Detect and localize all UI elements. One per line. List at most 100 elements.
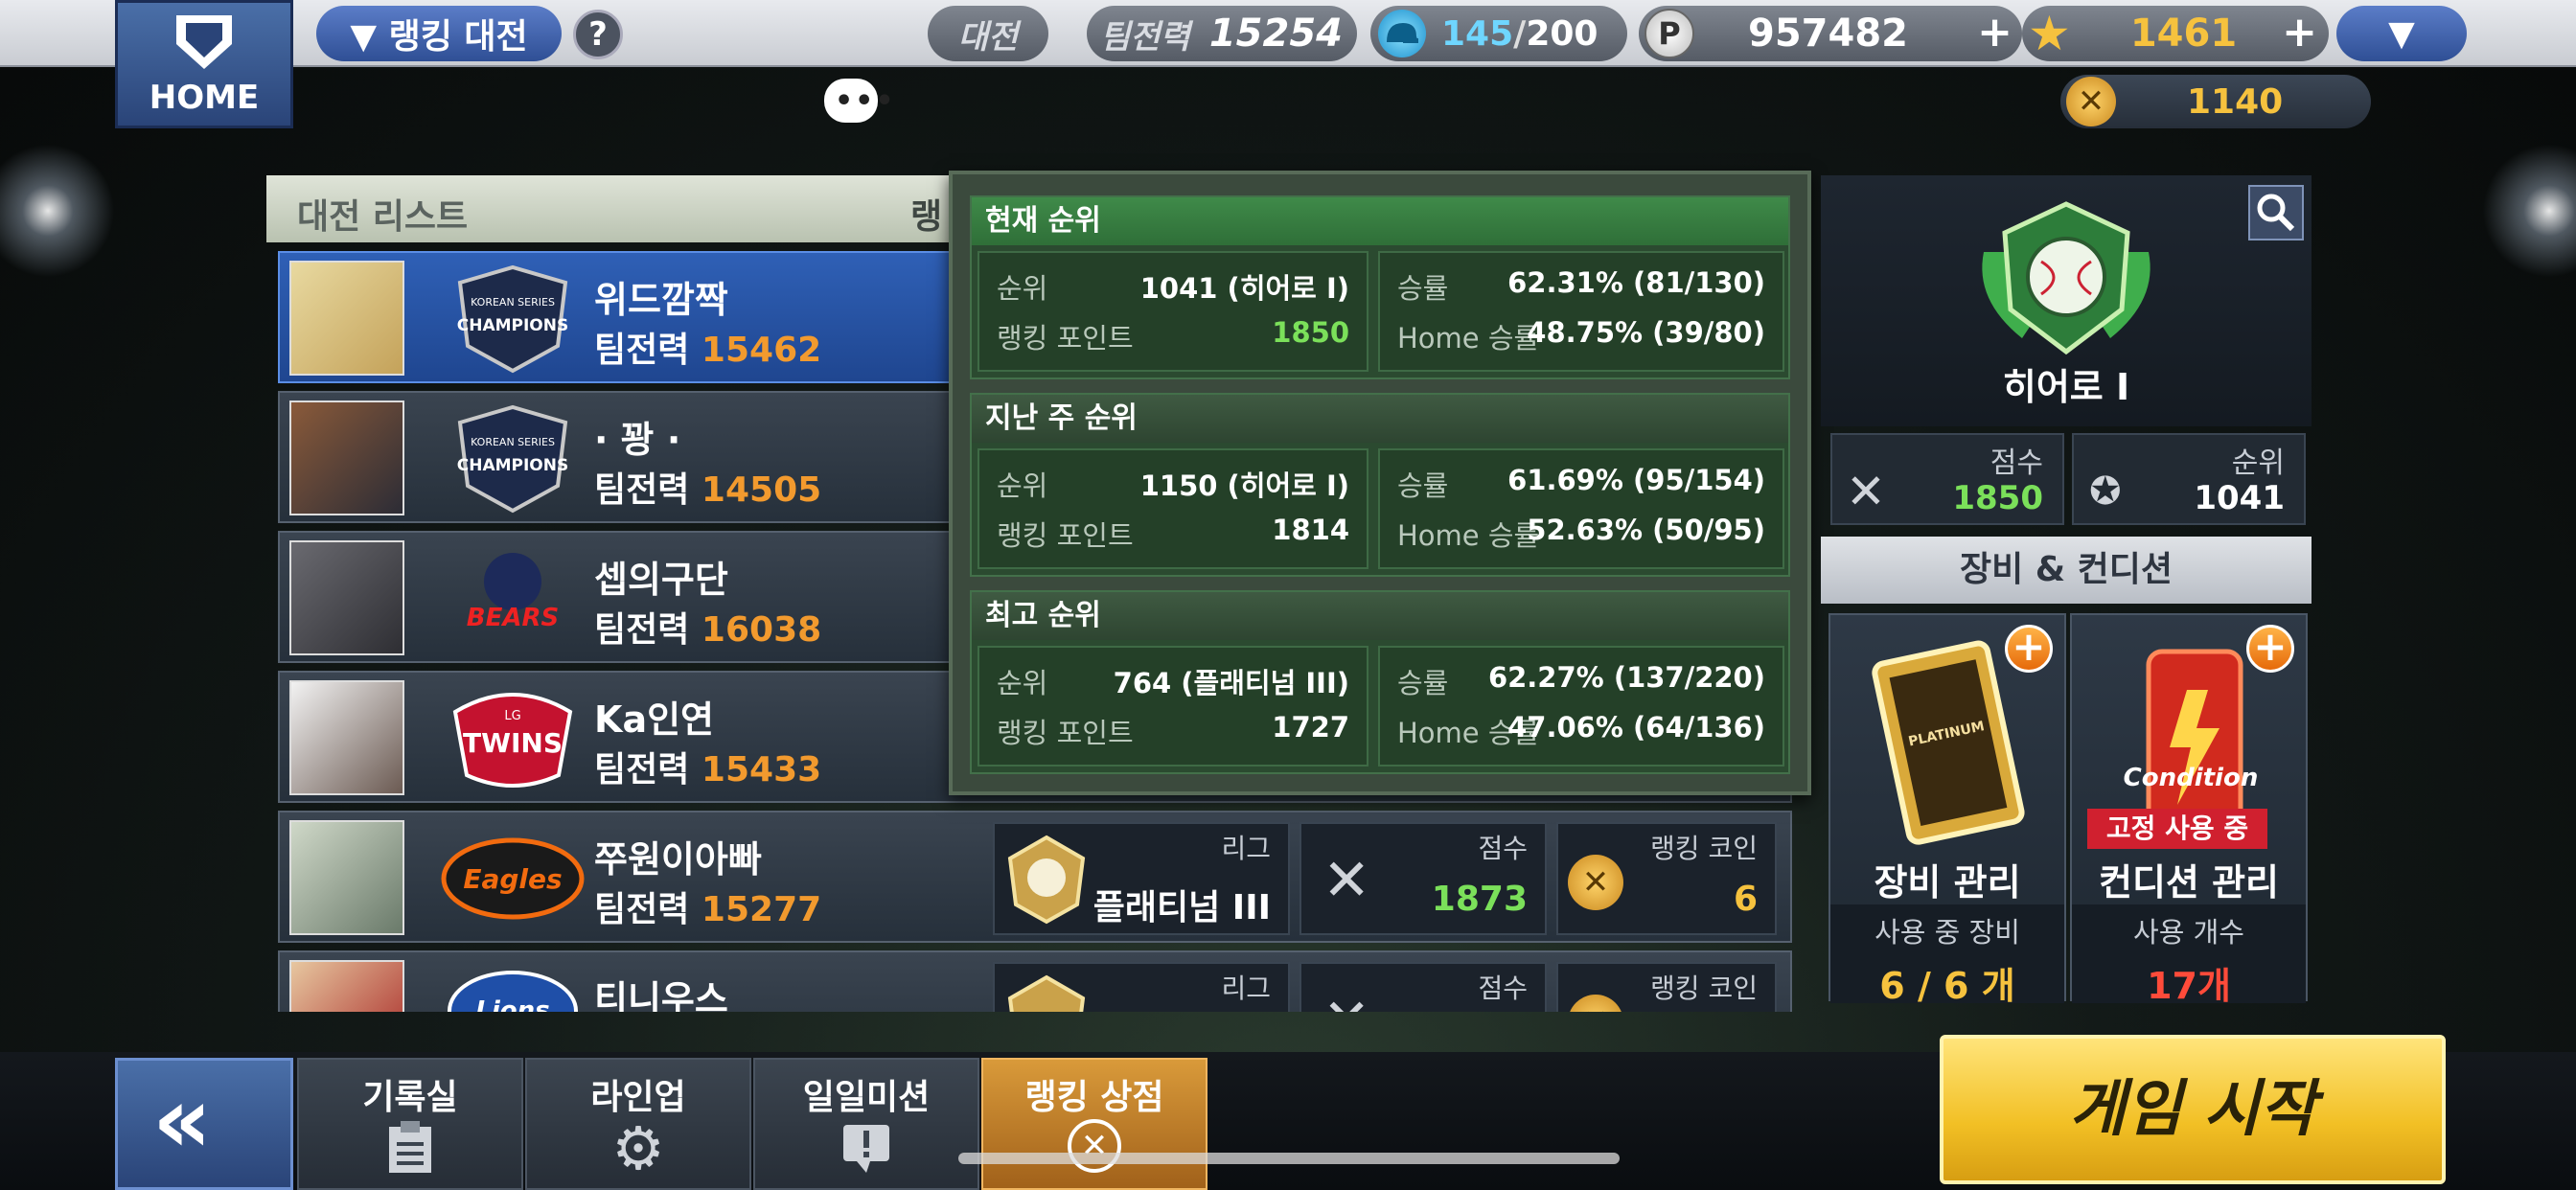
gear-icon: ⚙ — [611, 1113, 665, 1183]
svg-text:KOREAN SERIES: KOREAN SERIES — [471, 296, 555, 309]
crossed-bats-icon: ✕ — [1322, 987, 1370, 1012]
svg-text:Lions: Lions — [475, 996, 549, 1012]
top-bar: ▼ 랭킹 대전 ? 대전 팀전력 15254 145 / 200 P 95748… — [0, 0, 2576, 67]
search-icon[interactable] — [2248, 185, 2304, 240]
team-logo-eagles: Eagles — [441, 822, 585, 935]
winrate-box: 승률 62.27% (137/220) Home 승률 47.06% (64/1… — [1378, 646, 1784, 767]
nav-daily-mission-button[interactable]: 일일미션 — [753, 1058, 979, 1190]
profile-card: 히어로 I — [1821, 175, 2312, 426]
game-start-button[interactable]: 게임 시작 — [1940, 1035, 2446, 1184]
profile-score-box: ✕ 점수 1850 — [1830, 433, 2064, 525]
svg-text:KOREAN SERIES: KOREAN SERIES — [471, 436, 555, 448]
home-plate-icon — [176, 15, 232, 69]
condition-card[interactable]: Condition + 고정 사용 중 컨디션 관리 사용 개수 17개 — [2070, 613, 2308, 1007]
equipment-condition-header: 장비 & 컨디션 — [1821, 537, 2312, 604]
ranking-tab-partial[interactable]: 랭 — [910, 189, 942, 239]
winrate-box: 승률 62.31% (81/130) Home 승률 48.75% (39/80… — [1378, 251, 1784, 372]
opponent-power: 팀전력 16038 — [594, 610, 822, 650]
home-indicator — [958, 1153, 1620, 1164]
svg-text:BEARS: BEARS — [467, 604, 559, 632]
back-button[interactable]: « — [115, 1058, 293, 1190]
winrate-value: 62.31% (81/130) — [1507, 266, 1765, 299]
medal-icon: ✪ — [2089, 469, 2122, 514]
helmet-icon — [1378, 10, 1426, 57]
rank-box: 순위 1041 (히어로 I) 랭킹 포인트 1850 — [978, 251, 1368, 372]
alert-speech-icon — [843, 1125, 889, 1173]
section-title: 지난 주 순위 — [972, 395, 1788, 443]
opponent-name: Ka인연 — [594, 698, 715, 741]
rank-value: 1150 (히어로 I) — [1139, 469, 1349, 502]
equipment-count: 6 / 6 개 — [1879, 965, 2015, 1007]
add-stars-button[interactable]: + — [2282, 8, 2317, 57]
nav-records-button[interactable]: 기록실 — [297, 1058, 523, 1190]
avatar — [289, 680, 404, 795]
score-cell: ✕ 점수 1873 — [1300, 822, 1547, 935]
rank-value: 764 (플래티넘 III) — [1113, 667, 1349, 699]
home-button[interactable]: HOME — [115, 0, 293, 128]
mode-dropdown[interactable]: ▼ 랭킹 대전 — [316, 6, 562, 61]
profile-rank-value: 1041 — [2194, 479, 2285, 517]
winrate-value: 62.27% (137/220) — [1487, 661, 1765, 694]
points-display: P 957482 + — [1639, 6, 2022, 61]
opponent-name: 쭈원이아빠 — [594, 838, 762, 881]
add-points-button[interactable]: + — [1977, 8, 2012, 57]
svg-text:LG: LG — [504, 709, 520, 723]
ranking-coin-icon: ✕ — [1568, 855, 1623, 910]
rank-box: 순위 764 (플래티넘 III) 랭킹 포인트 1727 — [978, 646, 1368, 767]
tier-label: 히어로 I — [2002, 366, 2130, 408]
ranking-points-value: 1814 — [1272, 514, 1349, 546]
battle-list-title: 대전 리스트 — [297, 197, 469, 237]
stars-display: ★ 1461 + — [2022, 6, 2329, 61]
opponent-row[interactable]: Eagles 쭈원이아빠 팀전력 15277 리그 플래티넘 III ✕ 점수 … — [278, 811, 1792, 943]
section-title: 최고 순위 — [972, 592, 1788, 640]
home-button-label: HOME — [149, 79, 260, 117]
nav-ranking-shop-button[interactable]: 랭킹 상점 ✕ — [981, 1058, 1208, 1190]
svg-text:Eagles: Eagles — [463, 863, 562, 895]
chevron-down-icon: ▼ — [2388, 13, 2415, 54]
chat-icon[interactable]: ••• — [824, 79, 894, 123]
ranking-coin-icon: ✕ — [1568, 995, 1623, 1012]
score-value: 1873 — [1431, 880, 1528, 919]
svg-text:Condition: Condition — [2124, 764, 2259, 792]
platinum-emblem-icon — [1007, 974, 1086, 1012]
add-equipment-button[interactable]: + — [2005, 625, 2053, 673]
opponent-row[interactable]: Lions 티니우스 리그 ✕ 점수 ✕ 랭킹 코인 — [278, 950, 1792, 1012]
last-week-rank-section: 지난 주 순위 순위 1150 (히어로 I) 랭킹 포인트 1814 승률 6… — [970, 393, 1790, 577]
stamina-max: 200 — [1526, 13, 1598, 54]
avatar — [289, 820, 404, 935]
equipment-card-title: 장비 관리 — [1874, 861, 2021, 904]
ranking-coin-value: 1140 — [2187, 82, 2284, 122]
ranking-coin-display: ✕ 1140 — [2060, 75, 2371, 128]
stamina-current: 145 — [1441, 13, 1514, 54]
mode-dropdown-label: ▼ 랭킹 대전 — [350, 17, 528, 57]
svg-text:CHAMPIONS: CHAMPIONS — [457, 316, 569, 335]
home-winrate-value: 52.63% (50/95) — [1527, 514, 1765, 546]
condition-card-footer: 사용 개수 17개 — [2072, 904, 2306, 1007]
menu-dropdown-button[interactable]: ▼ — [2336, 6, 2467, 61]
home-winrate-value: 47.06% (64/136) — [1507, 711, 1765, 744]
equipment-card-footer: 사용 중 장비 6 / 6 개 — [1830, 904, 2064, 1007]
current-rank-section: 현재 순위 순위 1041 (히어로 I) 랭킹 포인트 1850 승률 62.… — [970, 195, 1790, 379]
ranking-points-value: 1727 — [1272, 711, 1349, 744]
hero-tier-emblem-icon — [1982, 201, 2150, 355]
avatar — [289, 960, 404, 1012]
league-value: 플래티넘 III — [1092, 888, 1271, 927]
coin-cell: ✕ 랭킹 코인 6 — [1556, 822, 1777, 935]
team-logo-champions: KOREAN SERIES CHAMPIONS — [441, 263, 585, 376]
ranking-points-value: 1850 — [1272, 316, 1349, 349]
opponent-power: 팀전력 15277 — [594, 890, 822, 929]
winrate-box: 승률 61.69% (95/154) Home 승률 52.63% (50/95… — [1378, 448, 1784, 569]
add-condition-button[interactable]: + — [2246, 625, 2294, 673]
opponent-name: 셉의구단 — [594, 559, 728, 601]
stars-value: 1461 — [2129, 11, 2238, 56]
help-icon[interactable]: ? — [573, 10, 623, 59]
double-chevron-left-icon: « — [152, 1066, 213, 1174]
avatar — [289, 540, 404, 655]
opponent-power: 팀전력 14505 — [594, 470, 822, 510]
equipment-card[interactable]: PLATINUM + 장비 관리 사용 중 장비 6 / 6 개 — [1828, 613, 2066, 1007]
team-logo-lions: Lions — [441, 962, 585, 1012]
nav-lineup-button[interactable]: 라인업 ⚙ — [525, 1058, 751, 1190]
clipboard-icon — [389, 1121, 431, 1173]
condition-count: 17개 — [2147, 965, 2231, 1007]
opponent-name: 티니우스 — [594, 978, 728, 1012]
